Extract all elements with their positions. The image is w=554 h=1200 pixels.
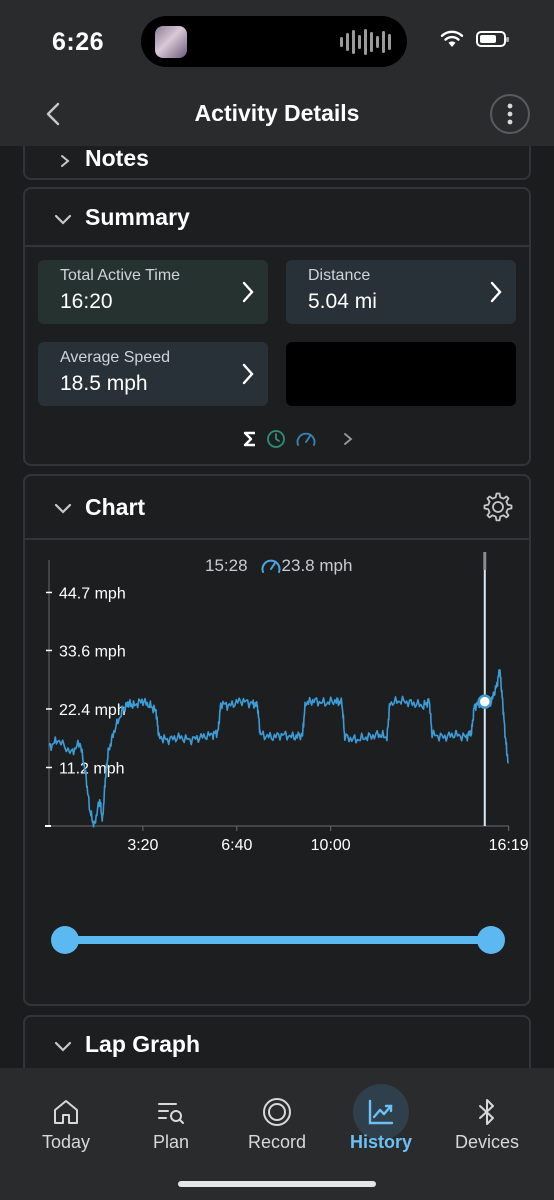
speed-chart[interactable]: 15:28 23.8 mph 11.2 mph 22.4 mph 33.6 mph 4… [25, 540, 529, 900]
chevron-down-icon [54, 503, 72, 514]
range-slider-end-handle[interactable] [477, 926, 505, 954]
notes-section: Notes [23, 146, 531, 180]
average-speed-tile[interactable]: Average Speed 18.5 mph [38, 342, 268, 406]
tab-label: Record [247, 1132, 307, 1152]
chart-section: Chart 15:28 23.8 mph 11.2 mph 22.4 mph 33.… [23, 474, 531, 1006]
x-tick-label: 3:20 [127, 837, 158, 854]
chevron-down-icon [54, 214, 72, 225]
chevron-right-icon[interactable] [340, 431, 356, 447]
sigma-icon[interactable] [243, 431, 257, 447]
nav-bar: Activity Details [0, 86, 554, 146]
summary-title: Summary [85, 204, 190, 230]
y-tick-label: 33.6 mph [59, 643, 126, 660]
total-active-time-tile[interactable]: Total Active Time 16:20 [38, 260, 268, 324]
chevron-right-icon [242, 363, 254, 385]
chevron-down-icon[interactable] [53, 1036, 73, 1056]
tile-value: 18.5 mph [60, 372, 148, 395]
cursor-point [477, 694, 493, 709]
wifi-icon [440, 30, 464, 47]
tile-value: 5.04 mi [308, 290, 377, 313]
tab-label: History [349, 1132, 412, 1152]
lap-graph-title[interactable]: Lap Graph [85, 1031, 200, 1058]
tile-label: Total Active Time [60, 267, 181, 284]
chevron-right-icon [242, 281, 254, 303]
clock-icon[interactable] [266, 429, 286, 449]
x-tick-label: 16:19 [489, 837, 529, 854]
tile-value: 16:20 [60, 290, 113, 313]
chevron-right-icon[interactable] [57, 153, 73, 169]
y-tick-label: 44.7 mph [59, 585, 126, 602]
summary-section: Summary Total Active Time 16:20 Distance… [23, 187, 531, 466]
more-vertical-icon [507, 103, 513, 125]
status-time: 6:26 [52, 28, 105, 56]
activity-details-content[interactable]: Notes Summary Total Active Time 16:20 Di… [0, 146, 554, 1068]
tile-label: Average Speed [60, 349, 171, 366]
chevron-right-icon [490, 281, 502, 303]
now-playing-artwork [155, 26, 187, 58]
empty-tile [286, 342, 516, 406]
home-indicator[interactable] [178, 1181, 376, 1187]
chart-header[interactable]: Chart [25, 476, 529, 538]
distance-tile[interactable]: Distance 5.04 mi [286, 260, 516, 324]
chart-title: Chart [85, 494, 146, 520]
tile-label: Distance [308, 267, 371, 284]
notes-title[interactable]: Notes [85, 146, 149, 172]
summary-pager[interactable] [243, 429, 356, 449]
page-title: Activity Details [194, 100, 360, 126]
lap-graph-section: Lap Graph [23, 1015, 531, 1068]
speed-line-series [48, 668, 509, 828]
status-bar: 6:26 [0, 0, 554, 86]
divider [25, 245, 529, 247]
summary-header[interactable]: Summary [25, 189, 529, 245]
settings-gear-icon[interactable] [482, 491, 514, 523]
speedometer-icon[interactable] [295, 430, 317, 448]
dynamic-island[interactable] [141, 16, 407, 67]
range-slider-track[interactable] [65, 936, 491, 944]
y-tick-label: 22.4 mph [59, 702, 126, 719]
audio-waveform-icon [340, 28, 391, 56]
battery-icon [476, 31, 509, 47]
x-tick-label: 10:00 [311, 837, 351, 854]
speed-chart-plot[interactable]: 11.2 mph 22.4 mph 33.6 mph 44.7 mph 3:20 6:40… [25, 540, 529, 900]
y-tick-label: 11.2 mph [59, 760, 125, 777]
range-slider-start-handle[interactable] [51, 926, 79, 954]
x-tick-label: 6:40 [221, 837, 252, 854]
more-options-button[interactable] [490, 94, 530, 134]
system-icons [440, 30, 509, 48]
tab-label: Devices [454, 1132, 520, 1152]
tab-label: Plan [152, 1132, 190, 1152]
tab-label: Today [41, 1132, 91, 1152]
